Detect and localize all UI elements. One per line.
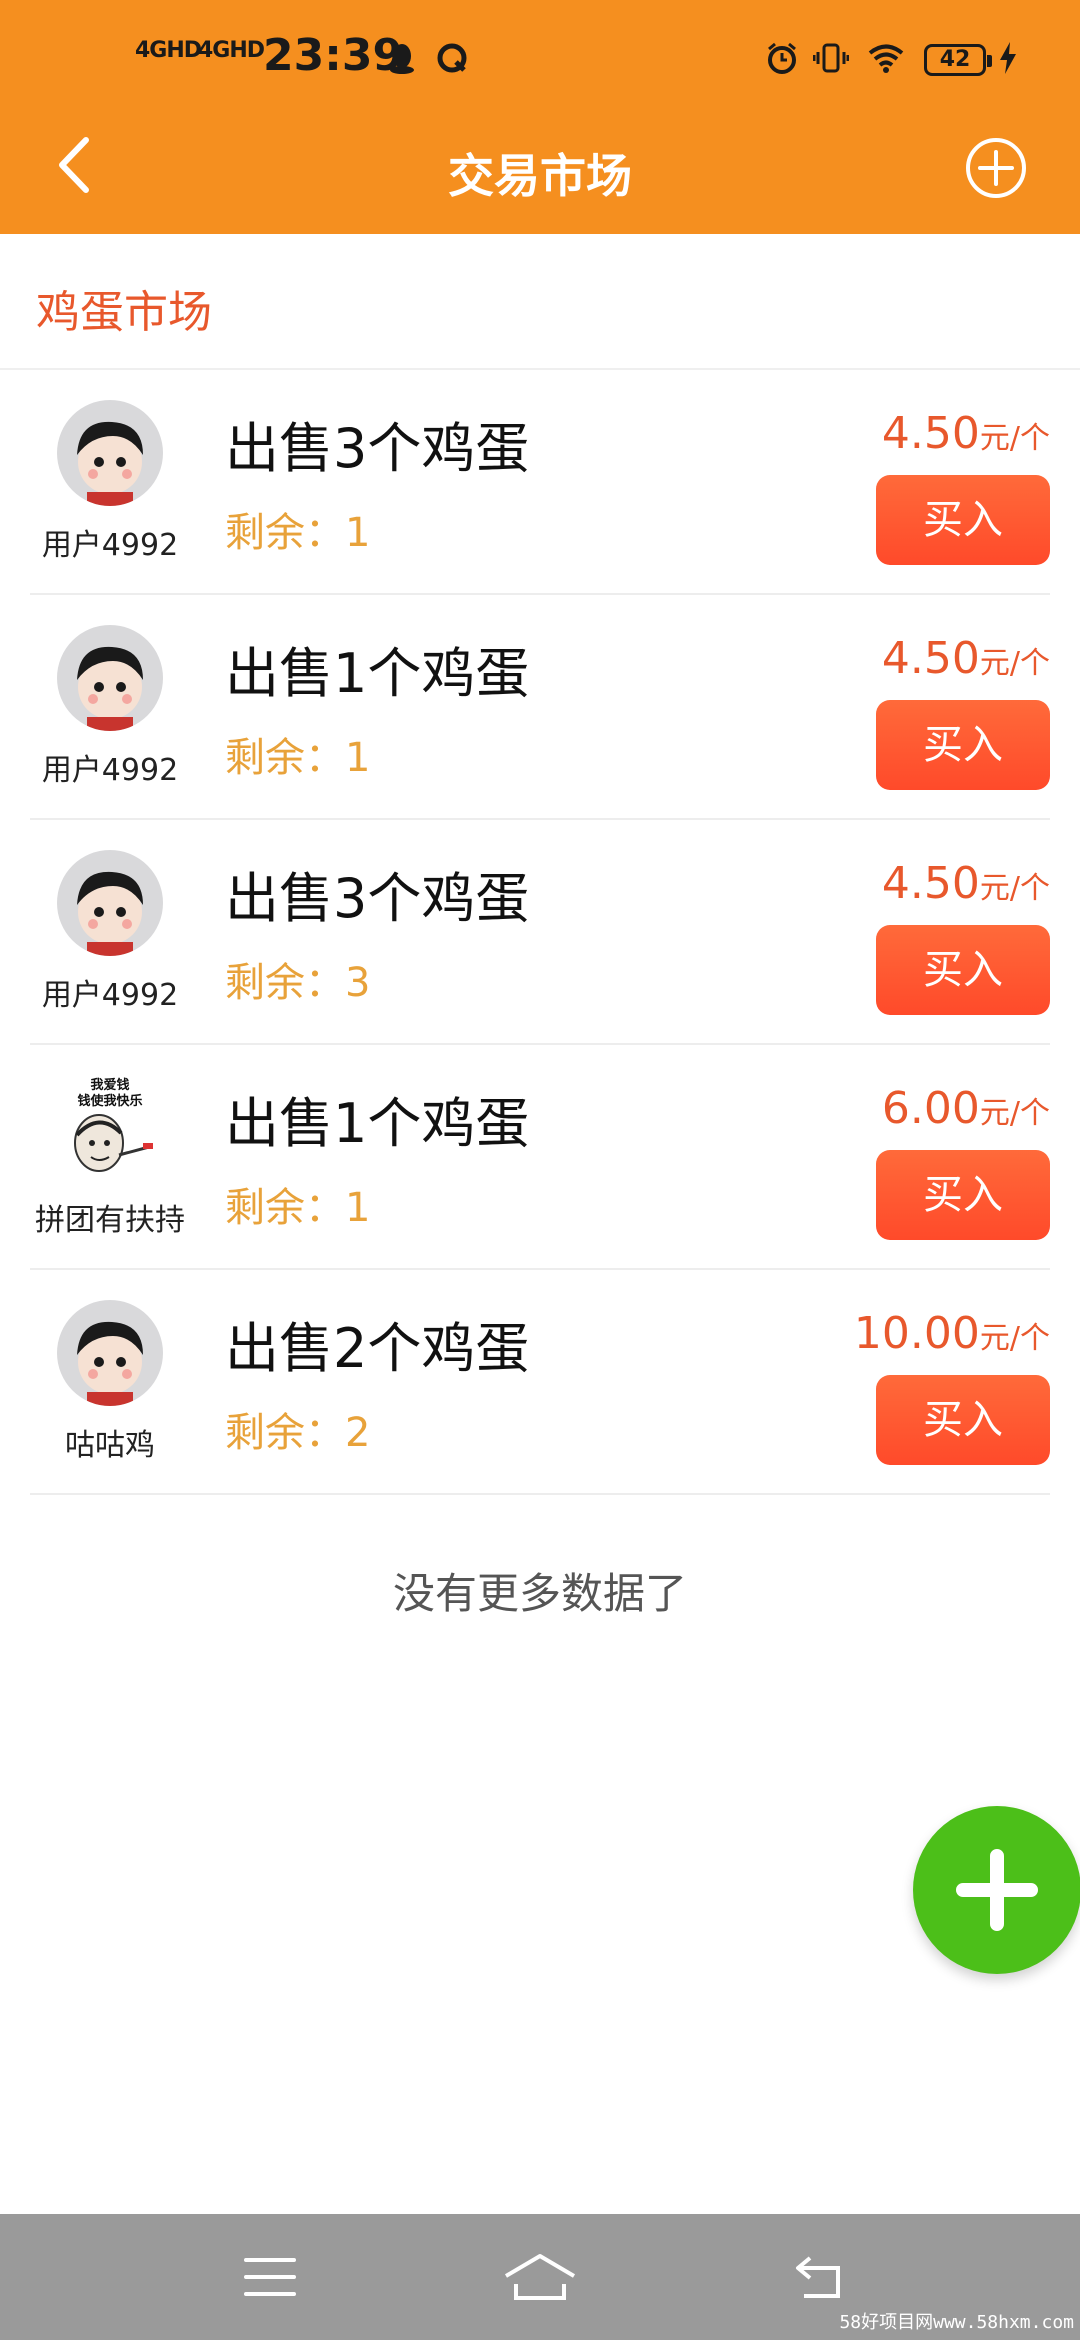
no-more-data-text: 没有更多数据了 bbox=[392, 1569, 687, 1618]
avatar: 我爱钱 钱使我快乐 bbox=[57, 1075, 163, 1181]
qq-icon bbox=[390, 44, 414, 74]
listing-row: 我爱钱 钱使我快乐 拼团有扶持 出售1个鸡蛋 剩余：1 6.00元/个 买入 bbox=[30, 1045, 1050, 1270]
remaining-count: 剩余：1 bbox=[225, 725, 370, 783]
price-unit: 元/个 bbox=[979, 1321, 1050, 1356]
price-unit: 元/个 bbox=[979, 421, 1050, 456]
listing-title: 出售1个鸡蛋 bbox=[225, 642, 530, 705]
remaining-label: 剩余： bbox=[225, 735, 345, 781]
remaining-count: 剩余：3 bbox=[225, 950, 370, 1008]
back-icon[interactable] bbox=[792, 2250, 852, 2304]
remaining-label: 剩余： bbox=[225, 1410, 345, 1456]
status-bar: 4GHD 4GHD 23:39 42 bbox=[0, 0, 1080, 120]
avatar bbox=[57, 625, 163, 731]
section-title: 鸡蛋市场 bbox=[36, 287, 212, 338]
price-value: 4.50 bbox=[881, 408, 980, 459]
price: 4.50元/个 bbox=[882, 408, 1050, 459]
seller-name: 咕咕鸡 bbox=[65, 1428, 155, 1463]
buy-button[interactable]: 买入 bbox=[876, 1150, 1050, 1240]
seller-name: 用户4992 bbox=[41, 528, 179, 563]
status-time: 23:39 bbox=[263, 30, 404, 81]
listing-list: 用户4992 出售3个鸡蛋 剩余：1 4.50元/个 买入 用户4992 出售1… bbox=[30, 370, 1050, 1495]
wifi-icon bbox=[868, 44, 904, 73]
buy-button[interactable]: 买入 bbox=[876, 475, 1050, 565]
meme-text-1: 我爱钱 bbox=[90, 1077, 129, 1093]
price-value: 4.50 bbox=[881, 633, 980, 684]
remaining-label: 剩余： bbox=[225, 1185, 345, 1231]
buy-button[interactable]: 买入 bbox=[876, 700, 1050, 790]
home-icon[interactable] bbox=[500, 2250, 580, 2304]
watermark: 58好项目网www.58hxm.com bbox=[839, 2312, 1074, 2333]
listing-title: 出售3个鸡蛋 bbox=[225, 867, 530, 930]
remaining-value: 1 bbox=[345, 1185, 371, 1231]
price-value: 10.00 bbox=[853, 1308, 980, 1359]
price: 4.50元/个 bbox=[882, 858, 1050, 909]
page-title: 交易市场 bbox=[448, 149, 632, 203]
listing-title: 出售3个鸡蛋 bbox=[225, 417, 530, 480]
network-indicator-2: 4GHD bbox=[198, 38, 265, 63]
listing-row: 用户4992 出售3个鸡蛋 剩余：1 4.50元/个 买入 bbox=[30, 370, 1050, 595]
battery-indicator: 42 bbox=[924, 44, 992, 76]
remaining-count: 剩余：1 bbox=[225, 500, 370, 558]
listing-row: 用户4992 出售3个鸡蛋 剩余：3 4.50元/个 买入 bbox=[30, 820, 1050, 1045]
app-header: 4GHD 4GHD 23:39 42 交易市场 bbox=[0, 0, 1080, 234]
remaining-label: 剩余： bbox=[225, 510, 345, 556]
price-value: 6.00 bbox=[881, 1083, 980, 1134]
seller-name: 用户4992 bbox=[41, 978, 179, 1013]
remaining-count: 剩余：2 bbox=[225, 1400, 370, 1458]
price-unit: 元/个 bbox=[979, 646, 1050, 681]
price: 6.00元/个 bbox=[882, 1083, 1050, 1134]
alarm-icon bbox=[768, 42, 796, 74]
listing-title: 出售1个鸡蛋 bbox=[225, 1092, 530, 1155]
remaining-count: 剩余：1 bbox=[225, 1175, 370, 1233]
listing-row: 用户4992 出售1个鸡蛋 剩余：1 4.50元/个 买入 bbox=[30, 595, 1050, 820]
q-app-icon bbox=[437, 43, 467, 73]
seller-name: 拼团有扶持 bbox=[35, 1203, 185, 1238]
cartoon-boy-avatar bbox=[77, 1321, 143, 1406]
price-unit: 元/个 bbox=[979, 1096, 1050, 1131]
charging-icon bbox=[1000, 42, 1016, 74]
price-value: 4.50 bbox=[881, 858, 980, 909]
plus-circle-icon[interactable] bbox=[964, 136, 1028, 200]
remaining-value: 2 bbox=[345, 1410, 371, 1456]
vibrate-icon bbox=[813, 43, 849, 73]
remaining-value: 3 bbox=[345, 960, 371, 1006]
network-indicator-1: 4GHD bbox=[135, 38, 202, 63]
plus-icon bbox=[956, 1849, 1038, 1931]
meme-text-2: 钱使我快乐 bbox=[77, 1093, 142, 1109]
floating-add-button[interactable] bbox=[913, 1806, 1080, 1974]
buy-button[interactable]: 买入 bbox=[876, 925, 1050, 1015]
price: 4.50元/个 bbox=[882, 633, 1050, 684]
remaining-value: 1 bbox=[345, 510, 371, 556]
avatar bbox=[57, 1300, 163, 1406]
cartoon-boy-avatar bbox=[77, 421, 143, 506]
remaining-label: 剩余： bbox=[225, 960, 345, 1006]
seller-name: 用户4992 bbox=[41, 753, 179, 788]
price-unit: 元/个 bbox=[979, 871, 1050, 906]
listing-title: 出售2个鸡蛋 bbox=[225, 1317, 530, 1380]
avatar bbox=[57, 850, 163, 956]
avatar bbox=[57, 400, 163, 506]
remaining-value: 1 bbox=[345, 735, 371, 781]
cartoon-boy-avatar bbox=[77, 871, 143, 956]
price: 10.00元/个 bbox=[854, 1308, 1050, 1359]
system-navigation-bar: 58好项目网www.58hxm.com bbox=[0, 2214, 1080, 2340]
menu-icon[interactable] bbox=[240, 2250, 300, 2304]
meme-avatar: 我爱钱 钱使我快乐 bbox=[74, 1077, 153, 1172]
listing-row: 咕咕鸡 出售2个鸡蛋 剩余：2 10.00元/个 买入 bbox=[30, 1270, 1050, 1495]
buy-button[interactable]: 买入 bbox=[876, 1375, 1050, 1465]
cartoon-boy-avatar bbox=[77, 646, 143, 731]
